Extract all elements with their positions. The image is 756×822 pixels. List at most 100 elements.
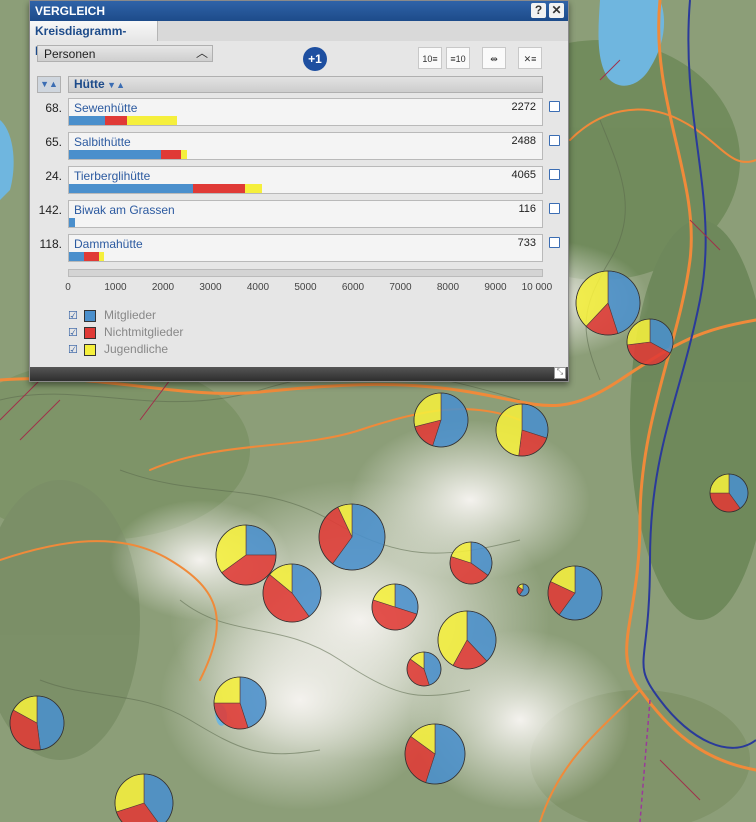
resize-handle-icon[interactable]: ⤡: [554, 367, 566, 379]
hut-total: 116: [518, 203, 536, 215]
legend-swatch: [84, 344, 96, 356]
row-checkbox[interactable]: [549, 135, 560, 146]
hut-total: 2488: [511, 135, 536, 147]
axis-tick-label: 9000: [484, 282, 507, 293]
hut-row-box: Tierberglihütte 4065: [68, 166, 543, 194]
hut-pie-chart[interactable]: [371, 583, 419, 631]
rank-label: 24.: [45, 169, 62, 183]
hut-name[interactable]: Dammahütte: [74, 237, 143, 251]
axis-tick-label: 7000: [389, 282, 412, 293]
list-item[interactable]: 142. Biwak am Grassen 116: [30, 200, 568, 230]
bar-segment-nichtmitglieder: [105, 116, 128, 125]
axis-tick-label: 6000: [341, 282, 365, 293]
axis-tick-label: 8000: [436, 282, 460, 293]
hut-row-box: Biwak am Grassen 116: [68, 200, 543, 228]
row-checkbox[interactable]: [549, 101, 560, 112]
hut-pie-chart[interactable]: [449, 541, 493, 585]
bar-segment-mitglieder: [69, 184, 193, 193]
value-axis: [68, 269, 543, 277]
legend-label: Jugendliche: [104, 342, 169, 356]
hut-total: 733: [517, 237, 536, 249]
axis-tick-label: 5000: [294, 282, 317, 293]
clear-list-icon[interactable]: ✕≡: [518, 47, 542, 69]
hut-pie-chart[interactable]: [262, 563, 322, 623]
hut-row-box: Sewenhütte 2272: [68, 98, 543, 126]
help-icon[interactable]: ?: [531, 3, 546, 18]
row-checkbox[interactable]: [549, 203, 560, 214]
rank-label: 65.: [45, 135, 62, 149]
rank-label: 118.: [39, 237, 62, 251]
panel-footer: [30, 367, 568, 381]
hut-pie-chart[interactable]: [626, 318, 674, 366]
comparison-panel: VERGLEICH ? ✕ Kreisdiagramm-Karte Person…: [29, 0, 569, 382]
hut-total: 4065: [511, 169, 536, 181]
hut-pie-chart[interactable]: [516, 583, 530, 597]
bar-segment-nichtmitglieder: [160, 150, 182, 159]
stacked-bar: [69, 252, 104, 261]
close-icon[interactable]: ✕: [549, 3, 564, 18]
hut-name[interactable]: Biwak am Grassen: [74, 203, 175, 217]
hut-pie-chart[interactable]: [404, 723, 466, 785]
axis-tick-label: 10 000: [521, 282, 553, 293]
row-checkbox[interactable]: [549, 237, 560, 248]
panel-titlebar: VERGLEICH ? ✕: [30, 1, 568, 21]
hut-pie-chart[interactable]: [575, 270, 641, 336]
stacked-bar: [69, 184, 263, 193]
hut-row-box: Dammahütte 733: [68, 234, 543, 262]
hut-pie-chart[interactable]: [318, 503, 386, 571]
list-item[interactable]: 24. Tierberglihütte 4065: [30, 166, 568, 196]
stacked-bar: [69, 218, 75, 227]
bar-segment-mitglieder: [69, 218, 75, 227]
rank-sort-icon[interactable]: ▼▲: [37, 76, 61, 93]
hut-pie-chart[interactable]: [9, 695, 65, 751]
scale-ruler-icon[interactable]: ⇹: [482, 47, 506, 69]
person-type-select[interactable]: Personen ︿: [37, 45, 213, 62]
hut-pie-chart[interactable]: [437, 610, 497, 670]
legend-label: Mitglieder: [104, 308, 157, 322]
row-checkbox[interactable]: [549, 169, 560, 180]
checkbox-checked-icon[interactable]: ☑: [68, 326, 78, 339]
hut-pie-chart[interactable]: [547, 565, 603, 621]
sort-ascending-icon[interactable]: 10≡: [418, 47, 442, 69]
axis-tick-label: 3000: [199, 282, 222, 293]
bar-segment-jugendliche: [244, 184, 263, 193]
sort-descending-icon[interactable]: ≡10: [446, 47, 470, 69]
tab-pie-chart-map[interactable]: Kreisdiagramm-Karte: [30, 21, 158, 58]
hut-pie-chart[interactable]: [495, 403, 549, 457]
rank-label: 142.: [38, 203, 62, 217]
window-title: VERGLEICH: [35, 4, 106, 18]
hut-pie-chart[interactable]: [406, 651, 442, 687]
hut-name[interactable]: Salbithütte: [74, 135, 131, 149]
hut-name[interactable]: Tierberglihütte: [74, 169, 150, 183]
bar-segment-mitglieder: [69, 252, 84, 261]
axis-tick-label: 4000: [246, 282, 270, 293]
hut-row-box: Salbithütte 2488: [68, 132, 543, 160]
chevron-up-icon: ︿: [195, 46, 208, 60]
checkbox-checked-icon[interactable]: ☑: [68, 343, 78, 356]
axis-tick-label: 1000: [104, 282, 127, 293]
column-header-hut[interactable]: Hütte ▼▲: [68, 76, 543, 93]
select-value: Personen: [44, 47, 96, 61]
stacked-bar: [69, 150, 188, 159]
bar-segment-jugendliche: [99, 252, 104, 261]
hut-pie-chart[interactable]: [413, 392, 469, 448]
list-item[interactable]: 118. Dammahütte 733: [30, 234, 568, 264]
hut-name[interactable]: Sewenhütte: [74, 101, 137, 115]
bar-segment-mitglieder: [69, 150, 161, 159]
legend-swatch: [84, 310, 96, 322]
legend-swatch: [84, 327, 96, 339]
bar-segment-nichtmitglieder: [192, 184, 245, 193]
hut-pie-chart[interactable]: [709, 473, 749, 513]
list-item[interactable]: 65. Salbithütte 2488: [30, 132, 568, 162]
hut-pie-chart[interactable]: [215, 524, 277, 586]
hut-pie-chart[interactable]: [213, 676, 267, 730]
checkbox-checked-icon[interactable]: ☑: [68, 309, 78, 322]
table-header: ▼▲ Hütte ▼▲: [37, 76, 543, 93]
axis-tick-label: 0: [65, 282, 71, 293]
list-item[interactable]: 68. Sewenhütte 2272: [30, 98, 568, 128]
axis-tick-label: 2000: [151, 282, 175, 293]
add-item-button[interactable]: +1: [303, 47, 327, 71]
legend-label: Nichtmitglieder: [104, 325, 184, 339]
rank-label: 68.: [45, 101, 62, 115]
bar-segment-jugendliche: [127, 116, 177, 125]
